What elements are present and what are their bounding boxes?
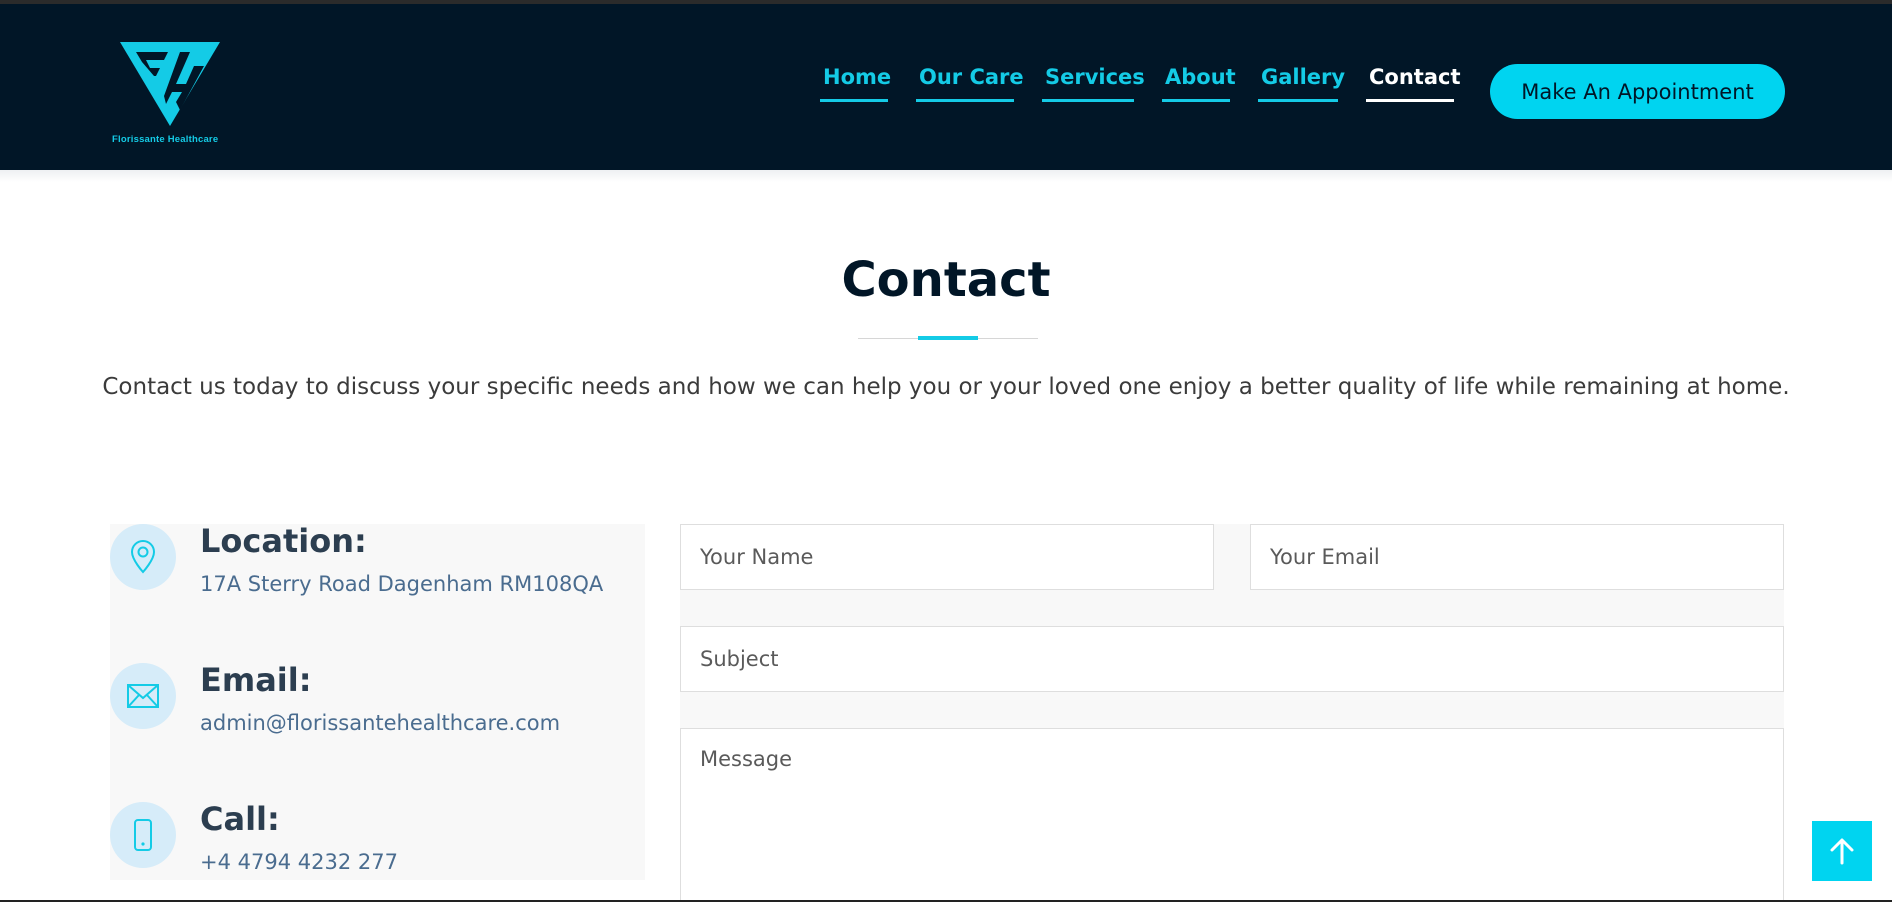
nav-contact-label: Contact	[1369, 65, 1461, 89]
phone-icon	[110, 802, 176, 868]
brand-name: Florissante Healthcare	[112, 134, 219, 145]
header-shadow	[0, 170, 1892, 182]
arrow-up-icon	[1830, 838, 1854, 865]
nav-contact-underline	[1366, 99, 1454, 102]
nav-our-care-underline	[916, 99, 1014, 102]
call-value[interactable]: +4 4794 4232 277	[200, 850, 398, 874]
call-heading: Call:	[200, 800, 280, 838]
message-textarea[interactable]	[680, 728, 1784, 902]
nav-our-care[interactable]: Our Care	[916, 64, 1024, 114]
site-header: Florissante Healthcare Home Our Care Ser…	[0, 4, 1892, 170]
email-info: Email: admin@florissantehealthcare.com	[110, 661, 645, 783]
nav-home-underline	[820, 99, 888, 102]
location-pin-icon	[110, 524, 176, 590]
intro-text: Contact us today to discuss your specifi…	[102, 374, 1790, 400]
nav-services-label: Services	[1045, 65, 1145, 89]
subject-input[interactable]	[680, 626, 1784, 692]
location-heading: Location:	[200, 522, 367, 560]
title-divider-accent	[918, 336, 978, 340]
nav-gallery-label: Gallery	[1261, 65, 1346, 89]
scroll-to-top-button[interactable]	[1812, 821, 1872, 881]
call-info: Call: +4 4794 4232 277	[110, 800, 645, 922]
make-appointment-button[interactable]: Make An Appointment	[1490, 64, 1785, 119]
email-input[interactable]	[1250, 524, 1784, 590]
nav-contact[interactable]: Contact	[1366, 64, 1461, 114]
brand-logo[interactable]: Florissante Healthcare	[110, 34, 235, 149]
nav-about-underline	[1162, 99, 1230, 102]
page-title: Contact	[841, 252, 1051, 308]
nav-our-care-label: Our Care	[919, 65, 1024, 89]
location-info: Location: 17A Sterry Road Dagenham RM108…	[110, 522, 645, 644]
envelope-icon	[110, 663, 176, 729]
email-heading: Email:	[200, 661, 312, 699]
nav-home[interactable]: Home	[820, 64, 892, 114]
nav-services[interactable]: Services	[1042, 64, 1145, 114]
nav-home-label: Home	[823, 65, 892, 89]
nav-about[interactable]: About	[1162, 64, 1236, 114]
nav-about-label: About	[1165, 65, 1236, 89]
nav-services-underline	[1042, 99, 1134, 102]
nav-gallery[interactable]: Gallery	[1258, 64, 1346, 114]
fh-logo-icon	[120, 42, 220, 126]
name-input[interactable]	[680, 524, 1214, 590]
nav-gallery-underline	[1258, 99, 1338, 102]
email-value[interactable]: admin@florissantehealthcare.com	[200, 711, 560, 735]
location-value: 17A Sterry Road Dagenham RM108QA	[200, 572, 604, 596]
